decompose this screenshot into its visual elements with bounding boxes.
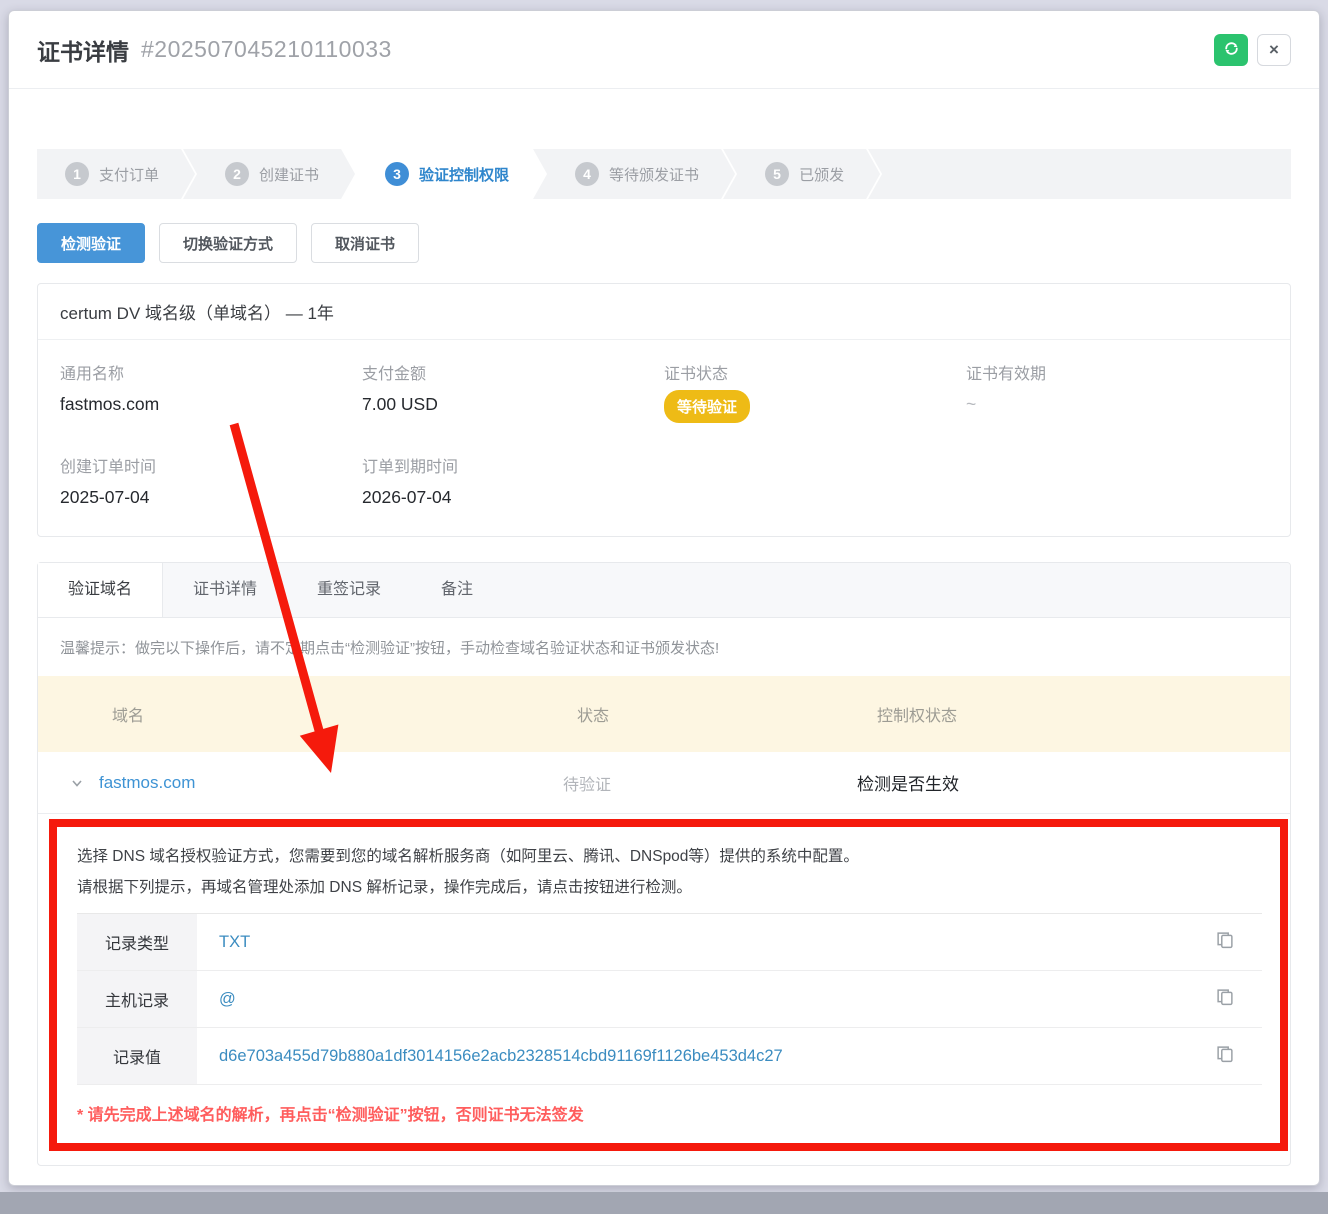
record-value: @ [197,971,1200,1027]
tab-verify-domain[interactable]: 验证域名 [38,563,163,617]
switch-method-button[interactable]: 切换验证方式 [159,223,297,263]
record-value: TXT [197,914,1200,970]
background-bottom-strip [0,1192,1328,1214]
step-label: 验证控制权限 [419,164,509,185]
field-label: 订单到期时间 [362,453,664,477]
domain-table-header: 域名 状态 控制权状态 [38,676,1290,752]
step-verify-control: 3 验证控制权限 [343,149,545,199]
record-value: d6e703a455d79b880a1df3014156e2acb2328514… [197,1028,1200,1084]
dns-instruction-line1: 选择 DNS 域名授权验证方式，您需要到您的域名解析服务商（如阿里云、腾讯、DN… [77,841,1262,872]
tab-cert-detail[interactable]: 证书详情 [163,563,287,617]
record-label: 记录类型 [77,914,197,970]
host-record-row: 主机记录 @ [77,971,1262,1028]
toolbar: 检测验证 切换验证方式 取消证书 [37,223,1291,263]
field-value: fastmos.com [60,394,362,415]
field-expire-time: 订单到期时间 2026-07-04 [362,453,664,508]
check-verify-button[interactable]: 检测验证 [37,223,145,263]
page-title: 证书详情 [37,33,129,67]
dns-instruction-line2: 请根据下列提示，再域名管理处添加 DNS 解析记录，操作完成后，请点击按钮进行检… [77,872,1262,903]
field-create-time: 创建订单时间 2025-07-04 [60,453,362,508]
refresh-icon [1223,40,1240,60]
step-number: 2 [225,162,249,186]
tab-bar: 验证域名 证书详情 重签记录 备注 [38,563,1290,618]
domain-status: 待验证 [503,771,803,795]
dns-warning-text: * 请先完成上述域名的解析，再点击“检测验证”按钮，否则证书无法签发 [77,1101,1262,1125]
field-label: 证书有效期 [966,360,1268,384]
field-cert-validity: 证书有效期 ~ [966,360,1268,423]
field-label: 通用名称 [60,360,362,384]
progress-steps: 1 支付订单 2 创建证书 3 验证控制权限 4 等待颁发证书 5 已颁发 [37,149,1291,199]
detail-tabs-card: 验证域名 证书详情 重签记录 备注 温馨提示：做完以下操作后，请不定期点击“检测… [37,562,1291,1166]
copy-icon [1214,1043,1236,1070]
tab-reissue-records[interactable]: 重签记录 [287,563,411,617]
copy-record-type-button[interactable] [1200,914,1262,970]
field-label: 创建订单时间 [60,453,362,477]
field-common-name: 通用名称 fastmos.com [60,360,362,423]
step-number: 3 [385,162,409,186]
step-pay-order: 1 支付订单 [37,149,195,199]
close-button[interactable]: × [1257,34,1291,66]
field-value: 2025-07-04 [60,487,362,508]
tab-remarks[interactable]: 备注 [411,563,503,617]
step-bar-filler [868,149,1291,199]
step-issued: 5 已颁发 [723,149,880,199]
col-control-status: 控制权状态 [803,702,1290,726]
chevron-down-icon[interactable] [70,776,84,790]
step-number: 1 [65,162,89,186]
field-cert-status: 证书状态 等待验证 [664,360,966,423]
step-create-cert: 2 创建证书 [183,149,355,199]
field-label: 支付金额 [362,360,664,384]
close-icon: × [1269,41,1279,58]
dns-instructions: 选择 DNS 域名授权验证方式，您需要到您的域名解析服务商（如阿里云、腾讯、DN… [77,841,1262,903]
field-value: ~ [966,394,1268,415]
field-pay-amount: 支付金额 7.00 USD [362,360,664,423]
copy-icon [1214,986,1236,1013]
copy-record-value-button[interactable] [1200,1028,1262,1084]
record-type-row: 记录类型 TXT [77,914,1262,971]
col-status: 状态 [503,702,803,726]
order-info-card: certum DV 域名级（单域名） — 1年 通用名称 fastmos.com… [37,283,1291,537]
step-number: 5 [765,162,789,186]
control-status-link[interactable]: 检测是否生效 [803,770,1290,795]
field-value: 2026-07-04 [362,487,664,508]
order-fields: 通用名称 fastmos.com 支付金额 7.00 USD 证书状态 等待验证… [38,340,1290,536]
step-label: 创建证书 [259,164,319,185]
record-value-row: 记录值 d6e703a455d79b880a1df3014156e2acb232… [77,1028,1262,1085]
refresh-button[interactable] [1214,34,1248,66]
product-name: certum DV 域名级（单域名） — 1年 [38,284,1290,340]
record-label: 记录值 [77,1028,197,1084]
field-value: 7.00 USD [362,394,664,415]
cancel-cert-button[interactable]: 取消证书 [311,223,419,263]
table-row: fastmos.com 待验证 检测是否生效 [38,752,1290,814]
step-label: 等待颁发证书 [609,164,699,185]
record-label: 主机记录 [77,971,197,1027]
step-label: 支付订单 [99,164,159,185]
step-label: 已颁发 [799,164,844,185]
certificate-detail-dialog: 证书详情 #202507045210110033 × [8,10,1320,1186]
domain-link[interactable]: fastmos.com [99,773,195,793]
step-wait-issue: 4 等待颁发证书 [533,149,735,199]
step-number: 4 [575,162,599,186]
status-badge: 等待验证 [664,390,750,423]
col-domain: 域名 [38,702,503,726]
dialog-header: 证书详情 #202507045210110033 × [9,11,1319,89]
field-label: 证书状态 [664,360,966,384]
order-id: #202507045210110033 [141,36,392,63]
dns-verify-panel-highlighted: 选择 DNS 域名授权验证方式，您需要到您的域名解析服务商（如阿里云、腾讯、DN… [49,819,1288,1151]
copy-host-record-button[interactable] [1200,971,1262,1027]
header-actions: × [1214,34,1291,66]
friendly-tip: 温馨提示：做完以下操作后，请不定期点击“检测验证”按钮，手动检查域名验证状态和证… [38,618,1290,676]
copy-icon [1214,929,1236,956]
